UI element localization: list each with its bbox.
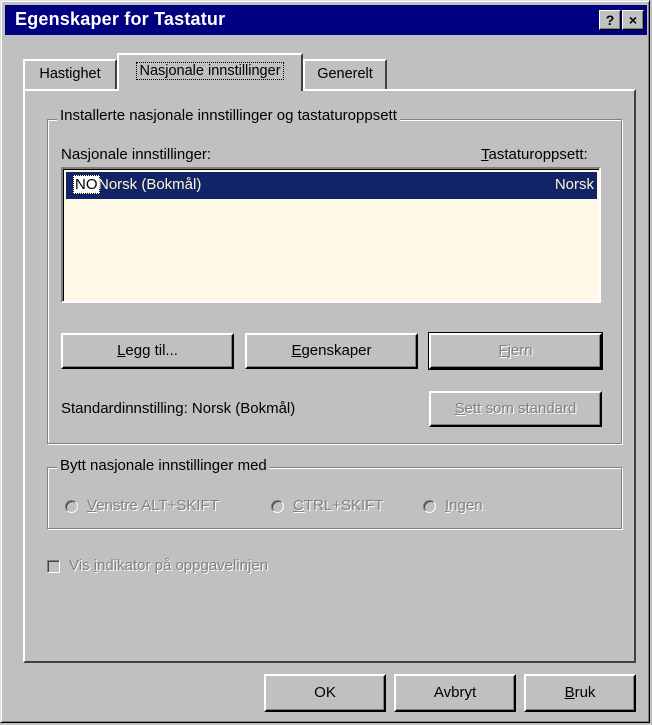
close-button[interactable]: × [622,10,644,30]
locale-list[interactable]: NO Norsk (Bokmål) Norsk [61,167,601,303]
default-locale-text: Standardinnstilling: Norsk (Bokmål) [61,400,296,417]
tab-label: Hastighet [39,66,101,82]
add-button[interactable]: Legg til... [61,333,234,369]
radio-icon [271,500,284,513]
radio-icon [423,500,436,513]
cancel-button[interactable]: Avbryt [394,674,516,712]
remove-button[interactable]: Fjern [428,332,603,370]
apply-button[interactable]: Bruk [524,674,636,712]
ok-button[interactable]: OK [264,674,386,712]
layout-name: Norsk [554,176,594,193]
radio-icon [65,500,78,513]
window-title: Egenskaper for Tastatur [15,9,226,29]
tab-nasjonale-innstillinger[interactable]: Nasjonale innstillinger [117,53,303,91]
installed-group-title: Installerte nasjonale innstillinger og t… [57,107,400,124]
list-item[interactable]: NO Norsk (Bokmål) Norsk [66,172,597,199]
checkbox-icon [47,560,60,573]
tab-generelt[interactable]: Generelt [303,59,387,89]
tab-hastighet[interactable]: Hastighet [23,59,117,89]
locale-code: NO [73,175,100,194]
layout-column-header: Tastaturoppsett: [481,146,588,163]
switch-group-title: Bytt nasjonale innstillinger med [57,457,270,474]
properties-button[interactable]: Egenskaper [245,333,418,369]
close-icon: × [628,12,638,28]
tab-label: Nasjonale innstillinger [136,62,284,80]
help-button[interactable]: ? [599,10,621,30]
locale-name: Norsk (Bokmål) [98,176,202,193]
set-default-button[interactable]: Sett som standard [429,391,602,427]
locale-column-header: Nasjonale innstillinger: [61,146,212,163]
tab-label: Generelt [317,66,373,82]
dialog-window: Egenskaper for Tastatur ? × Hastighet Na… [0,0,650,723]
help-icon: ? [605,12,615,28]
title-bar[interactable]: Egenskaper for Tastatur ? × [5,5,647,35]
